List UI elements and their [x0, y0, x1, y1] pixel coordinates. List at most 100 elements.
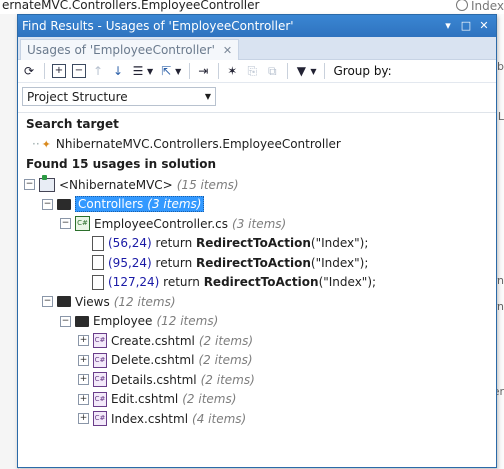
razor-file-icon: C#	[93, 352, 107, 368]
tree-node-view-file[interactable]: + C# Index.cshtml (4 items)	[18, 409, 496, 429]
tree-node-view-file[interactable]: + C# Edit.cshtml (2 items)	[18, 390, 496, 410]
folder-icon	[57, 296, 71, 308]
node-label: Controllers	[78, 197, 144, 212]
node-count: (2 items)	[200, 372, 255, 387]
expand-all-icon[interactable]: +	[52, 64, 66, 78]
node-count: (12 items)	[113, 294, 176, 309]
tab-close-icon[interactable]: ✕	[223, 44, 232, 57]
grouping-value: Project Structure	[27, 89, 128, 104]
usage-method: RedirectToAction	[196, 236, 311, 251]
chevron-down-icon[interactable]: ▼	[147, 67, 153, 76]
usage-row[interactable]: (95,24) return RedirectToAction ("Index")…	[18, 253, 496, 273]
folder-icon	[57, 198, 71, 210]
window-title-bar[interactable]: Find Results - Usages of 'EmployeeContro…	[18, 15, 496, 37]
node-count: (12 items)	[156, 314, 219, 329]
collapse-all-icon[interactable]: −	[72, 64, 86, 78]
usage-row[interactable]: (127,24) return RedirectToAction ("Index"…	[18, 273, 496, 293]
node-label: Employee	[93, 314, 153, 329]
usage-icon	[92, 274, 104, 290]
usage-location: (127,24)	[108, 275, 160, 290]
toolbar-separator	[218, 63, 220, 79]
tab-label: Usages of 'EmployeeController'	[27, 43, 215, 57]
usage-icon	[92, 255, 104, 271]
expand-toggle-icon[interactable]: +	[78, 335, 89, 347]
tab-strip: Usages of 'EmployeeController' ✕	[18, 37, 496, 60]
node-label: Delete.cshtml	[111, 353, 195, 368]
razor-file-icon: C#	[93, 372, 107, 388]
tree-node-project[interactable]: − <NhibernateMVC> (15 items)	[18, 174, 496, 195]
usage-method: RedirectToAction	[203, 275, 319, 290]
node-label: EmployeeController.cs	[94, 216, 229, 231]
razor-file-icon: C#	[93, 411, 107, 427]
arrow-down-icon[interactable]: ↓	[109, 62, 127, 80]
expand-toggle-icon[interactable]: +	[78, 413, 89, 425]
pin-icon[interactable]: ✶	[223, 62, 241, 80]
selected-node: Controllers (3 items)	[75, 196, 205, 213]
class-icon: ✦	[41, 137, 51, 151]
tree-node-file[interactable]: − C# EmployeeController.cs (3 items)	[18, 214, 496, 234]
chevron-down-icon: ▼	[204, 92, 211, 101]
usage-suffix: ("Index");	[310, 255, 369, 270]
node-count: (3 items)	[232, 216, 287, 231]
results-tree: − <NhibernateMVC> (15 items) − Controlle…	[18, 171, 496, 429]
window-title: Find Results - Usages of 'EmployeeContro…	[22, 19, 294, 33]
chevron-down-icon[interactable]: ▼	[310, 67, 316, 76]
editor-member-label: Index	[470, 0, 504, 13]
usage-prefix: return	[159, 275, 204, 290]
toolbar-separator	[189, 63, 191, 79]
tree-node-view-file[interactable]: + C# Create.cshtml (2 items)	[18, 331, 496, 351]
toolbar-separator	[287, 63, 289, 79]
razor-file-icon: C#	[93, 333, 107, 349]
find-results-window: Find Results - Usages of 'EmployeeContro…	[17, 14, 497, 468]
export-icon[interactable]: ⇱	[157, 62, 175, 80]
usage-location: (95,24)	[108, 255, 152, 270]
grouping-select[interactable]: Project Structure ▼	[22, 87, 216, 106]
toolbar-separator	[44, 63, 45, 79]
node-label: Index.cshtml	[111, 411, 189, 426]
folder-icon	[75, 315, 89, 327]
tree-node-views[interactable]: − Views (12 items)	[18, 292, 496, 312]
filter-icon[interactable]: ▼	[292, 62, 310, 80]
tree-connector: ··	[32, 137, 40, 151]
copy-icon[interactable]: ⎘	[243, 62, 261, 80]
list-icon[interactable]: ☰	[129, 62, 147, 80]
close-icon[interactable]: ✕	[476, 18, 492, 34]
toolbar-separator	[324, 63, 326, 79]
editor-member-dropdown[interactable]: Index	[455, 0, 504, 13]
razor-file-icon: C#	[93, 391, 107, 407]
collapse-toggle-icon[interactable]: −	[24, 179, 35, 191]
node-label: <NhibernateMVC>	[59, 177, 173, 192]
usage-icon	[92, 235, 104, 251]
chevron-down-icon[interactable]: ▼	[175, 67, 181, 76]
collapse-toggle-icon[interactable]: −	[42, 296, 53, 308]
tree-node-view-file[interactable]: + C# Details.cshtml (2 items)	[18, 370, 496, 390]
collapse-toggle-icon[interactable]: −	[60, 315, 71, 327]
collapse-toggle-icon[interactable]: −	[60, 218, 71, 230]
search-target-row[interactable]: ·· ✦ NhibernateMVC.Controllers.EmployeeC…	[18, 131, 496, 157]
editor-type-path: ernateMVC.Controllers.EmployeeController	[2, 0, 260, 12]
node-count: (15 items)	[176, 177, 239, 192]
editor-text-fragment: L	[497, 110, 504, 123]
refresh-icon[interactable]: ⟳	[20, 62, 38, 80]
usage-location: (56,24)	[108, 236, 152, 251]
search-target-heading: Search target	[26, 117, 119, 131]
project-icon	[39, 174, 55, 192]
collapse-toggle-icon[interactable]: −	[42, 198, 53, 210]
tree-node-view-file[interactable]: + C# Delete.cshtml (2 items)	[18, 351, 496, 371]
arrow-up-icon[interactable]: ↑	[89, 62, 107, 80]
tree-node-employee[interactable]: − Employee (12 items)	[18, 312, 496, 332]
tree-node-controllers[interactable]: − Controllers (3 items)	[18, 195, 496, 215]
expand-toggle-icon[interactable]: +	[78, 354, 89, 366]
usage-prefix: return	[151, 236, 197, 251]
goto-arrow-icon[interactable]: ⇥	[194, 62, 212, 80]
window-menu-icon[interactable]: ▾	[440, 18, 456, 34]
tab-usages[interactable]: Usages of 'EmployeeController' ✕	[20, 39, 240, 60]
expand-toggle-icon[interactable]: +	[78, 393, 89, 405]
usage-row[interactable]: (56,24) return RedirectToAction ("Index")…	[18, 234, 496, 254]
results-heading: Found 15 usages in solution	[26, 157, 217, 171]
expand-toggle-icon[interactable]: +	[78, 374, 89, 386]
method-icon	[455, 0, 468, 11]
maximize-icon[interactable]: □	[458, 18, 474, 34]
node-count: (2 items)	[198, 353, 253, 368]
merge-icon[interactable]: ⧉	[263, 62, 281, 80]
